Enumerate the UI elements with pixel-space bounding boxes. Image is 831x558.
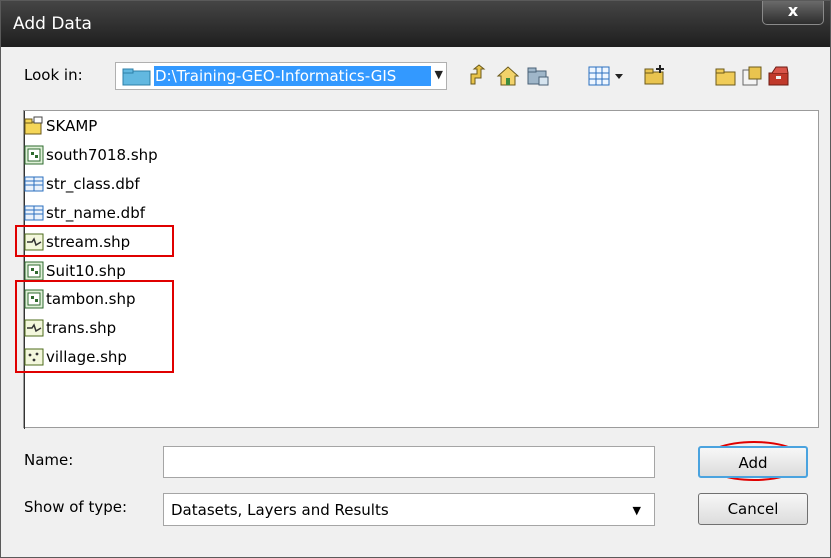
table-icon bbox=[24, 176, 44, 192]
show-of-type-value: Datasets, Layers and Results bbox=[171, 501, 389, 519]
new-item-icon[interactable] bbox=[643, 64, 667, 88]
show-of-type-label: Show of type: bbox=[24, 498, 128, 516]
chevron-down-icon[interactable]: ▼ bbox=[633, 504, 641, 517]
show-of-type-select[interactable]: Datasets, Layers and Results ▼ bbox=[163, 493, 655, 526]
chevron-down-icon[interactable]: ▼ bbox=[435, 68, 443, 81]
dialog-title: Add Data bbox=[13, 14, 92, 34]
list-item[interactable]: str_class.dbf bbox=[24, 172, 140, 196]
list-item[interactable]: str_name.dbf bbox=[24, 201, 145, 225]
table-icon bbox=[24, 205, 44, 221]
file-name: str_class.dbf bbox=[46, 175, 140, 193]
file-list[interactable]: SKAMP south7018.shp str_class.dbf str_na… bbox=[23, 110, 819, 429]
folder-icon[interactable] bbox=[714, 64, 738, 88]
toolbox-icon[interactable] bbox=[767, 64, 791, 88]
highlight-box bbox=[15, 280, 174, 373]
file-name: Suit10.shp bbox=[46, 262, 126, 280]
list-item[interactable]: south7018.shp bbox=[24, 143, 158, 167]
cancel-button[interactable]: Cancel bbox=[698, 493, 808, 525]
home-icon[interactable] bbox=[496, 64, 520, 88]
folder-icon bbox=[24, 116, 43, 135]
name-field[interactable] bbox=[163, 446, 655, 478]
raster-icon bbox=[24, 145, 44, 165]
file-name: SKAMP bbox=[46, 117, 98, 135]
look-in-path: D:\Training-GEO-Informatics-GIS bbox=[154, 66, 431, 86]
title-bar[interactable]: Add Data x bbox=[1, 1, 830, 47]
look-in-label: Look in: bbox=[24, 66, 83, 84]
list-item[interactable]: SKAMP bbox=[24, 114, 97, 138]
look-in-combobox[interactable]: D:\Training-GEO-Informatics-GIS ▼ bbox=[115, 62, 447, 90]
catalog-icon[interactable] bbox=[740, 64, 764, 88]
add-button[interactable]: Add bbox=[698, 446, 808, 478]
view-options-icon[interactable] bbox=[587, 64, 627, 88]
add-data-dialog: Add Data x Look in: D:\Training-GEO-Info… bbox=[0, 0, 831, 558]
close-button[interactable]: x bbox=[762, 1, 824, 25]
raster-icon bbox=[24, 261, 44, 281]
file-name: str_name.dbf bbox=[46, 204, 145, 222]
folder-icon bbox=[122, 68, 151, 86]
name-label: Name: bbox=[24, 451, 74, 469]
file-name: south7018.shp bbox=[46, 146, 158, 164]
highlight-box bbox=[15, 225, 174, 257]
connect-to-folder-icon[interactable] bbox=[526, 64, 550, 88]
up-one-level-icon[interactable] bbox=[467, 64, 491, 88]
